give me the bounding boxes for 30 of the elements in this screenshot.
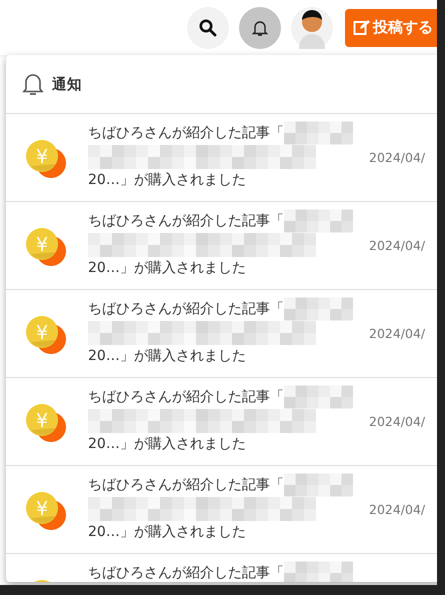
- bell-icon: [22, 72, 44, 96]
- notification-item[interactable]: ¥ ちばひろさんが紹介した記事「 20…」が購入されました 2024/04/: [6, 113, 437, 201]
- notification-text: ちばひろさんが紹介した記事「: [88, 212, 284, 230]
- notification-text: 20…」が購入されました: [88, 348, 246, 364]
- notification-date: 2024/04/: [369, 150, 426, 165]
- notification-text: ちばひろさんが紹介した記事「: [88, 300, 284, 318]
- notification-text: ちばひろさんが紹介した記事「: [88, 476, 284, 494]
- search-button[interactable]: [187, 6, 229, 48]
- notification-date: 2024/04/: [369, 326, 426, 341]
- notification-text: 20…」が購入されました: [88, 524, 246, 540]
- notification-item[interactable]: ¥ ちばひろさんが紹介した記事「 20…」が購入されました 2024/04/: [6, 465, 437, 553]
- notification-date: 2024/04/: [369, 238, 426, 253]
- notification-text: ちばひろさんが紹介した記事「: [88, 564, 284, 582]
- notification-item[interactable]: ¥ ちばひろさんが紹介した記事「 20…」が購入されました 2024/04/: [6, 201, 437, 289]
- notification-date: 2024/04/: [369, 414, 426, 429]
- edit-icon: [353, 19, 370, 36]
- panel-title: 通知: [52, 76, 82, 94]
- notification-date: 2024/04/: [369, 502, 426, 517]
- notifications-button[interactable]: [239, 6, 281, 48]
- notification-item[interactable]: ¥ ちばひろさんが紹介した記事「 20…」が購入されました 2024/04/: [6, 289, 437, 377]
- notification-item[interactable]: ¥ ちばひろさんが紹介した記事「 20…」が購入されました 2024/04/: [6, 377, 437, 465]
- notification-text: 20…」が購入されました: [88, 260, 246, 276]
- notification-text: ちばひろさんが紹介した記事「: [88, 388, 284, 406]
- search-icon: [199, 18, 217, 36]
- notification-text: 20…」が購入されました: [88, 436, 246, 452]
- notification-text: ちばひろさんが紹介した記事「: [88, 124, 284, 142]
- bell-icon: [252, 18, 268, 36]
- notification-item[interactable]: ちばひろさんが紹介した記事「: [6, 553, 437, 582]
- notification-text: 20…」が購入されました: [88, 172, 246, 188]
- avatar-button[interactable]: [291, 6, 333, 48]
